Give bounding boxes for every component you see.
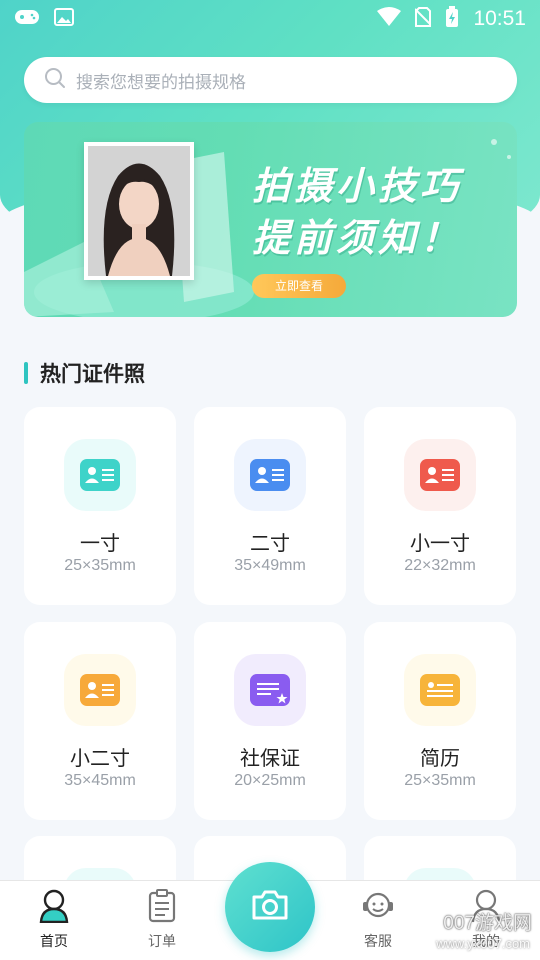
card-two-inch[interactable]: 二寸 35×49mm	[194, 407, 346, 605]
card-icon-bg	[234, 654, 306, 726]
card-size: 25×35mm	[404, 772, 476, 789]
card-one-inch[interactable]: 一寸 25×35mm	[24, 407, 176, 605]
card-icon-bg	[64, 439, 136, 511]
card-size: 35×49mm	[234, 557, 306, 574]
no-sim-icon	[414, 7, 433, 31]
id-card-icon	[250, 459, 290, 491]
card-size: 20×25mm	[234, 772, 306, 789]
search-icon	[44, 67, 66, 93]
watermark-text: 007游戏网	[443, 913, 532, 934]
home-user-icon	[39, 889, 69, 927]
search-bar[interactable]: 搜索您想要的拍摄规格	[24, 57, 517, 103]
card-small-one-inch[interactable]: 小一寸 22×32mm	[364, 407, 516, 605]
card-size: 22×32mm	[404, 557, 476, 574]
nav-service[interactable]: 客服	[338, 889, 418, 951]
image-icon	[54, 8, 74, 30]
headset-icon	[361, 892, 395, 927]
portrait-photo	[84, 142, 194, 280]
card-icon-bg	[404, 654, 476, 726]
card-name: 简历	[420, 746, 460, 770]
camera-button[interactable]	[225, 862, 315, 952]
card-name: 社保证	[240, 746, 300, 770]
card-icon-bg	[404, 439, 476, 511]
card-icon-bg	[234, 439, 306, 511]
id-card-icon	[420, 459, 460, 491]
certificate-icon	[250, 674, 290, 706]
id-card-icon	[80, 674, 120, 706]
battery-charging-icon	[445, 6, 459, 32]
nav-home-label: 首页	[40, 934, 68, 950]
card-size: 35×45mm	[64, 772, 136, 789]
nav-orders[interactable]: 订单	[122, 889, 202, 951]
card-name: 小一寸	[410, 531, 470, 555]
camera-icon	[250, 889, 290, 925]
view-now-button[interactable]: 立即查看	[252, 274, 346, 298]
gamepad-icon	[14, 8, 40, 30]
card-size: 25×35mm	[64, 557, 136, 574]
banner-line1: 拍摄小技巧	[252, 164, 463, 208]
card-name: 二寸	[250, 531, 290, 555]
card-name: 一寸	[80, 531, 120, 555]
nav-service-label: 客服	[364, 934, 392, 950]
card-name: 小二寸	[70, 746, 130, 770]
clock: 10:51	[473, 7, 526, 30]
clipboard-icon	[147, 889, 177, 927]
nav-orders-label: 订单	[148, 934, 176, 950]
card-small-two-inch[interactable]: 小二寸 35×45mm	[24, 622, 176, 820]
tips-banner[interactable]: 拍摄小技巧 提前须知！ 立即查看	[24, 122, 517, 317]
search-placeholder: 搜索您想要的拍摄规格	[76, 72, 246, 93]
section-accent-bar	[24, 362, 28, 384]
watermark-url: www.yx007.com	[436, 936, 530, 951]
card-resume[interactable]: 简历 25×35mm	[364, 622, 516, 820]
banner-title: 拍摄小技巧 提前须知！	[252, 160, 462, 264]
card-social-security[interactable]: 社保证 20×25mm	[194, 622, 346, 820]
banner-line2: 提前须知！	[252, 216, 463, 260]
resume-icon	[420, 674, 460, 706]
status-bar: 10:51	[0, 0, 540, 40]
wifi-icon	[377, 7, 402, 31]
card-icon-bg	[64, 654, 136, 726]
section-title: 热门证件照	[40, 362, 145, 386]
section-header: 热门证件照	[24, 358, 145, 388]
nav-home[interactable]: 首页	[14, 889, 94, 951]
id-card-icon	[80, 459, 120, 491]
